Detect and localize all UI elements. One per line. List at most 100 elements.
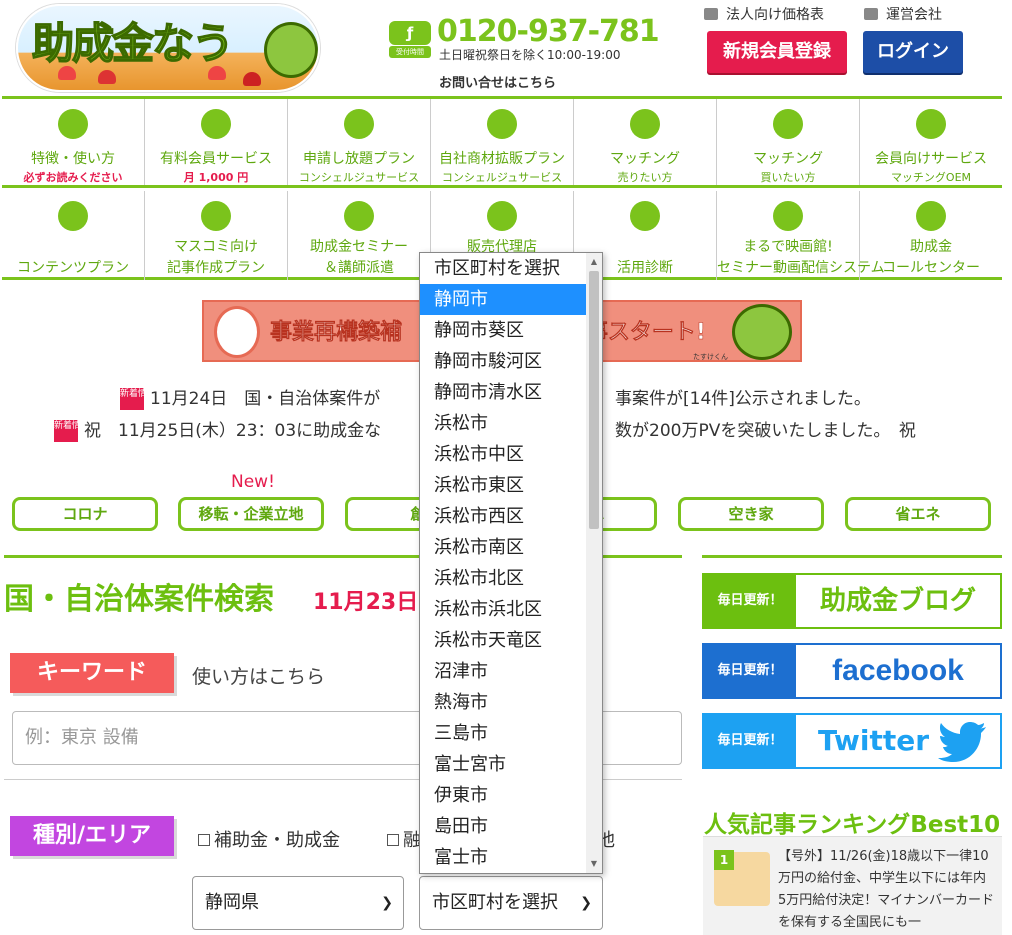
nav-item-sublabel: コンシェルジュサービス bbox=[298, 171, 420, 184]
contact-link[interactable]: お問い合せはこちら bbox=[439, 72, 556, 91]
nav-icon bbox=[916, 201, 946, 231]
scroll-thumb[interactable] bbox=[589, 271, 599, 529]
dropdown-option[interactable]: 島田市 bbox=[420, 811, 602, 842]
checkbox-icon bbox=[198, 834, 210, 846]
nav-item-row2-6[interactable]: 助成金 コールセンター bbox=[860, 191, 1002, 280]
ranking-item-text[interactable]: 【号外】11/26(金)18歳以下一律10万円の給付金、中学生以下には年内5万円… bbox=[778, 846, 994, 934]
dropdown-option[interactable]: 伊東市 bbox=[420, 780, 602, 811]
nav-icon bbox=[773, 109, 803, 139]
dropdown-option[interactable]: 浜松市西区 bbox=[420, 501, 602, 532]
scroll-down-icon[interactable]: ▼ bbox=[586, 857, 602, 871]
nav-item-row1-0[interactable]: 特徴・使い方 必ずお読みください bbox=[2, 99, 145, 185]
nav-item-sublabel: セミナー動画配信システム bbox=[717, 260, 885, 276]
nav-item-label: 申請し放題プラン bbox=[303, 151, 415, 167]
nav-item-label: 助成金 bbox=[910, 239, 952, 255]
daily-badge: 毎日更新！ bbox=[704, 715, 796, 767]
chevron-down-icon: ❯ bbox=[580, 895, 592, 911]
pricing-link[interactable]: 法人向け価格表 bbox=[704, 4, 824, 24]
dropdown-option[interactable]: 沼津市 bbox=[420, 656, 602, 687]
nav-icon bbox=[630, 109, 660, 139]
new-badge: 新着情報 bbox=[120, 388, 156, 410]
nav-item-row1-6[interactable]: 会員向けサービス マッチングOEM bbox=[860, 99, 1002, 185]
category-corona[interactable]: コロナ bbox=[12, 497, 158, 531]
dropdown-option[interactable]: 浜松市中区 bbox=[420, 439, 602, 470]
city-select[interactable]: 市区町村を選択 ❯ bbox=[419, 876, 603, 930]
facebook-link[interactable]: 毎日更新！ facebook bbox=[702, 643, 1002, 699]
nav-icon bbox=[630, 201, 660, 231]
nav-item-row2-2[interactable]: 助成金セミナー ＆講師派遣 bbox=[288, 191, 431, 280]
dropdown-option[interactable]: 浜松市浜北区 bbox=[420, 594, 602, 625]
nav-icon bbox=[344, 201, 374, 231]
nav-icon bbox=[916, 109, 946, 139]
dropdown-options: 市区町村を選択 静岡市 静岡市葵区 静岡市駿河区 静岡市清水区 浜松市 浜松市中区 浜松市東区… bbox=[420, 253, 602, 873]
city-dropdown-list[interactable]: 市区町村を選択 静岡市 静岡市葵区 静岡市駿河区 静岡市清水区 浜松市 浜松市中区 浜松市東区… bbox=[419, 252, 603, 874]
company-link[interactable]: 運営会社 bbox=[864, 4, 942, 24]
nav-item-sublabel: コンシェルジュサービス bbox=[441, 171, 563, 184]
new-tag: New! bbox=[231, 472, 275, 492]
nav-item-row2-5[interactable]: まるで映画館! セミナー動画配信システム bbox=[717, 191, 885, 280]
dropdown-option[interactable]: 浜松市北区 bbox=[420, 563, 602, 594]
folder-icon bbox=[864, 8, 878, 20]
scroll-up-icon[interactable]: ▲ bbox=[586, 255, 602, 269]
logo-text: 助成金なう bbox=[31, 18, 235, 69]
ranking-title: 人気記事ランキングBest10 bbox=[704, 812, 1001, 838]
login-button[interactable]: ログイン bbox=[863, 31, 963, 73]
news-item[interactable]: 新着情報11月24日 国・自治体案件が bbox=[120, 388, 380, 410]
nav-item-row1-5[interactable]: マッチング 買いたい方 bbox=[717, 99, 860, 185]
howto-link[interactable]: 使い方はこちら bbox=[192, 662, 325, 689]
dropdown-option[interactable]: 静岡市 bbox=[420, 284, 586, 315]
nav-item-row1-1[interactable]: 有料会員サービス月 1,000 円 bbox=[145, 99, 288, 185]
nav-item-label: 特徴・使い方 bbox=[31, 151, 115, 167]
register-button[interactable]: 新規会員登録 bbox=[707, 31, 847, 73]
nav-item-row1-3[interactable]: 自社商材拡販プラン コンシェルジュサービス bbox=[431, 99, 574, 185]
nav-item-sublabel: 必ずお読みください bbox=[23, 171, 123, 184]
category-relocation[interactable]: 移転・企業立地 bbox=[178, 497, 324, 531]
nav-item-sublabel: マッチングOEM bbox=[890, 171, 972, 184]
nav-item-row2-0[interactable]: コンテンツプラン bbox=[2, 191, 145, 280]
nav-item-label: 会員向けサービス bbox=[875, 151, 987, 167]
prefecture-select[interactable]: 静岡県 ❯ bbox=[192, 876, 404, 930]
blog-link[interactable]: 毎日更新！ 助成金ブログ bbox=[702, 573, 1002, 629]
nav-icon bbox=[487, 201, 517, 231]
city-value: 市区町村を選択 bbox=[432, 892, 558, 913]
news-tail: 数が200万PVを突破いたしました。 祝 bbox=[615, 421, 916, 441]
dropdown-option[interactable]: 浜松市南区 bbox=[420, 532, 602, 563]
dropdown-option[interactable]: 静岡市清水区 bbox=[420, 377, 602, 408]
dropdown-option[interactable]: 浜松市 bbox=[420, 408, 602, 439]
prefecture-value: 静岡県 bbox=[205, 892, 259, 913]
chevron-down-icon: ❯ bbox=[381, 895, 393, 911]
twitter-bird-icon bbox=[938, 722, 986, 762]
subsidy-checkbox[interactable]: 補助金・助成金 bbox=[198, 826, 340, 852]
dropdown-option[interactable]: 三島市 bbox=[420, 718, 602, 749]
dropdown-option[interactable]: 市区町村を選択 bbox=[420, 253, 602, 284]
news-tail: 事案件が[14件]公示されました。 bbox=[615, 389, 871, 409]
nav-item-row1-4[interactable]: マッチング 売りたい方 bbox=[574, 99, 717, 185]
nav-item-row2-1[interactable]: マスコミ向け 記事作成プラン bbox=[145, 191, 288, 280]
checkbox-icon bbox=[387, 834, 399, 846]
facebook-label: facebook bbox=[832, 654, 964, 687]
nav-row-1: 特徴・使い方 必ずお読みください 有料会員サービス月 1,000 円申請し放題プラン… bbox=[2, 99, 1002, 188]
dropdown-scrollbar[interactable]: ▲ ▼ bbox=[586, 253, 602, 873]
category-energy[interactable]: 省エネ bbox=[845, 497, 991, 531]
nav-icon bbox=[201, 109, 231, 139]
loan-checkbox[interactable]: 融 bbox=[387, 826, 421, 852]
yen-icon bbox=[704, 8, 718, 20]
news-item[interactable]: 新着情報祝 11月25日(木）23：03に助成金な bbox=[54, 420, 381, 442]
divider bbox=[702, 555, 1002, 558]
dropdown-option[interactable]: 富士市 bbox=[420, 842, 602, 873]
phone-number[interactable]: 0120-937-781 bbox=[437, 14, 660, 49]
dropdown-option[interactable]: 静岡市駿河区 bbox=[420, 346, 602, 377]
site-logo[interactable]: 助成金なう bbox=[16, 4, 320, 92]
dropdown-option[interactable]: 浜松市東区 bbox=[420, 470, 602, 501]
dropdown-option[interactable]: 富士宮市 bbox=[420, 749, 602, 780]
nav-item-row1-2[interactable]: 申請し放題プラン コンシェルジュサービス bbox=[288, 99, 431, 185]
dropdown-option[interactable]: 静岡市葵区 bbox=[420, 315, 602, 346]
category-vacant-house[interactable]: 空き家 bbox=[678, 497, 824, 531]
checkbox-label: 補助金・助成金 bbox=[214, 830, 340, 851]
dropdown-option[interactable]: 熱海市 bbox=[420, 687, 602, 718]
mushroom-icon bbox=[98, 70, 116, 84]
hand-icon bbox=[214, 306, 260, 358]
free-dial-icon: ƒ bbox=[389, 21, 431, 45]
dropdown-option[interactable]: 浜松市天竜区 bbox=[420, 625, 602, 656]
twitter-link[interactable]: 毎日更新！ Twitter bbox=[702, 713, 1002, 769]
